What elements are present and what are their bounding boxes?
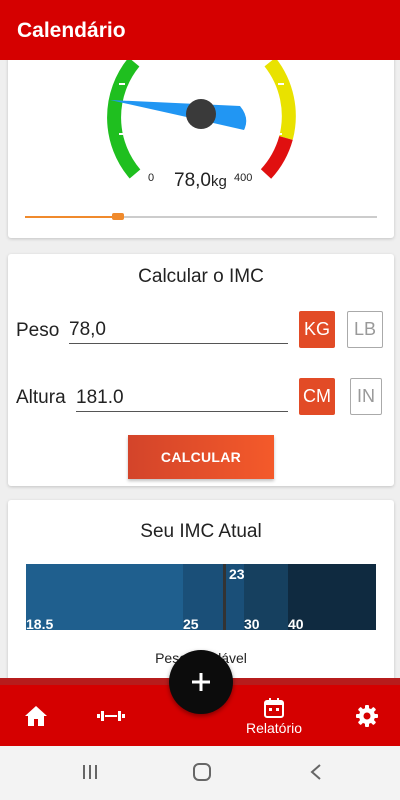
weight-label: Peso	[16, 320, 60, 341]
nav-report-label: Relatório	[245, 719, 303, 736]
bmi-current-marker	[223, 564, 226, 630]
weight-gauge-card: 0 78,0kg 400	[8, 48, 394, 238]
bmi-title: Seu IMC Atual	[140, 521, 262, 542]
unit-in-button[interactable]: IN	[350, 378, 382, 415]
gauge-min-label: 0	[148, 172, 155, 184]
bmi-tick-label: 40	[288, 616, 304, 632]
home-icon	[25, 706, 47, 726]
gauge-max-label: 400	[234, 172, 253, 184]
plus-icon	[192, 673, 210, 691]
nav-settings[interactable]	[350, 698, 384, 734]
bmi-calculator-card: Calcular o IMC Peso KG LB Altura CM IN C…	[8, 254, 394, 486]
nav-report[interactable]: Relatório	[234, 692, 314, 740]
weight-slider[interactable]	[25, 213, 377, 220]
home-system-icon[interactable]	[192, 763, 212, 781]
system-navigation-bar	[0, 746, 400, 800]
calendar-icon	[264, 697, 284, 718]
bmi-current-value: 23	[229, 566, 245, 582]
bmi-scale: 23 18.5 25 30 40	[26, 564, 376, 632]
calculate-button[interactable]: CALCULAR	[128, 435, 274, 479]
gauge-needle	[110, 100, 247, 130]
dumbbell-icon	[97, 711, 125, 721]
bmi-tick-label: 30	[244, 616, 260, 632]
back-icon[interactable]	[306, 763, 326, 781]
gauge-value: 78,0kg	[174, 170, 227, 192]
nav-home[interactable]	[16, 698, 56, 734]
gauge-hub	[186, 99, 216, 129]
gauge-value-unit: kg	[210, 173, 227, 190]
gauge-value-number: 78,0	[174, 170, 211, 191]
unit-kg-button[interactable]: KG	[299, 311, 335, 348]
add-button[interactable]	[169, 650, 233, 714]
gear-icon	[356, 705, 378, 727]
page-title: Calendário	[17, 19, 126, 42]
gauge-arc-yellow	[264, 57, 296, 140]
height-input[interactable]	[76, 384, 288, 412]
height-label: Altura	[16, 387, 66, 408]
gauge-arc-red	[260, 135, 293, 179]
slider-thumb[interactable]	[112, 213, 124, 220]
recent-apps-icon[interactable]	[80, 763, 100, 781]
unit-lb-button[interactable]: LB	[347, 311, 383, 348]
unit-cm-button[interactable]: CM	[299, 378, 335, 415]
weight-gauge	[107, 57, 296, 179]
weight-input[interactable]	[69, 316, 288, 344]
slider-fill	[25, 216, 112, 218]
calculator-title: Calcular o IMC	[138, 266, 264, 287]
bmi-tick-label: 18.5	[26, 616, 54, 632]
app-bar: Calendário	[0, 0, 400, 60]
bmi-tick-label: 25	[183, 616, 199, 632]
gauge-arc-green	[107, 57, 141, 179]
nav-workouts[interactable]	[94, 698, 128, 734]
